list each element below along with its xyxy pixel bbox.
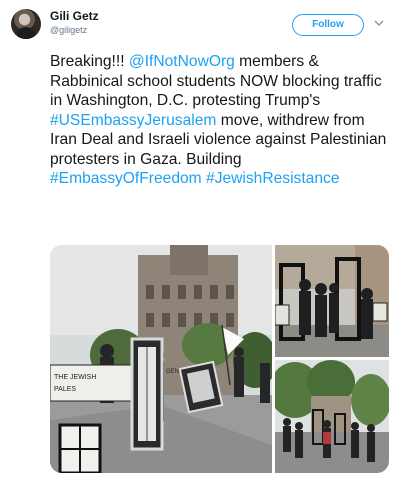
sign-text-line1: THE JEWISH (54, 374, 96, 381)
photo-protest-street[interactable] (275, 360, 389, 473)
tweet-text: Breaking!!! @IfNotNowOrg members & Rabbi… (50, 52, 395, 189)
sign-text-line2: PALES (54, 386, 76, 393)
author-name[interactable]: Gili Getz (50, 9, 99, 23)
chevron-down-icon[interactable] (372, 16, 386, 30)
mention-link[interactable]: @IfNotNowOrg (129, 53, 235, 70)
hashtag-link[interactable]: #USEmbassyJerusalem (50, 112, 216, 129)
avatar[interactable] (11, 9, 41, 39)
tweet-text-segment: Breaking!!! (50, 53, 129, 70)
media-grid: THE JEWISH PALES GEN (50, 245, 389, 473)
hashtag-link[interactable]: #EmbassyOfFreedom (50, 170, 202, 187)
photo-protest-doors[interactable] (275, 245, 389, 357)
photo-protest-main[interactable]: THE JEWISH PALES GEN (50, 245, 272, 473)
author-handle[interactable]: @giligetz (50, 25, 87, 35)
tweet-header: Gili Getz @giligetz Follow (0, 0, 402, 52)
follow-button[interactable]: Follow (292, 14, 364, 36)
hashtag-link[interactable]: #JewishResistance (206, 170, 339, 187)
sign-text-right: GEN (166, 369, 179, 375)
